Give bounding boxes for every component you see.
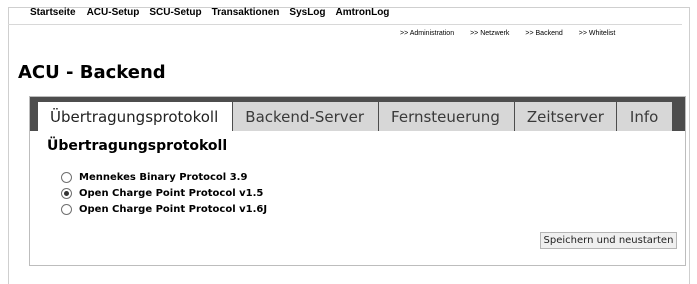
protocol-option-label: Open Charge Point Protocol v1.6J	[79, 203, 268, 215]
page-title: ACU - Backend	[18, 62, 166, 83]
protocol-option-label: Mennekes Binary Protocol 3.9	[79, 171, 248, 183]
protocol-option-ocpp-15[interactable]: Open Charge Point Protocol v1.5	[61, 185, 267, 201]
protocol-radio-group: Mennekes Binary Protocol 3.9 Open Charge…	[61, 169, 267, 217]
subnav-netzwerk[interactable]: >> Netzwerk	[470, 30, 509, 37]
section-title: Übertragungsprotokoll	[47, 138, 228, 154]
subnav-whitelist[interactable]: >> Whitelist	[579, 30, 616, 37]
nav-startseite[interactable]: Startseite	[30, 7, 76, 18]
subnav-administration[interactable]: >> Administration	[400, 30, 454, 37]
tab-backend-server[interactable]: Backend-Server	[233, 102, 379, 131]
tab-fernsteuerung[interactable]: Fernsteuerung	[379, 102, 514, 131]
radio-button-selected[interactable]	[61, 187, 72, 199]
tab-zeitserver[interactable]: Zeitserver	[514, 102, 616, 131]
sub-navigation: >> Administration >> Netzwerk >> Backend…	[400, 30, 615, 37]
save-and-restart-button[interactable]: Speichern und neustarten	[540, 232, 677, 249]
top-navigation: Startseite ACU-Setup SCU-Setup Transakti…	[8, 0, 682, 25]
radio-button[interactable]	[61, 203, 72, 215]
backend-panel: Übertragungsprotokoll Backend-Server Fer…	[29, 96, 686, 266]
radio-button[interactable]	[61, 171, 72, 183]
tab-bar: Übertragungsprotokoll Backend-Server Fer…	[30, 97, 685, 131]
nav-syslog[interactable]: SysLog	[289, 7, 325, 18]
nav-amtronlog[interactable]: AmtronLog	[336, 7, 390, 18]
protocol-option-mennekes[interactable]: Mennekes Binary Protocol 3.9	[61, 169, 267, 185]
nav-acu-setup[interactable]: ACU-Setup	[87, 7, 140, 18]
tab-info[interactable]: Info	[616, 102, 673, 131]
nav-scu-setup[interactable]: SCU-Setup	[149, 7, 201, 18]
nav-transaktionen[interactable]: Transaktionen	[212, 7, 280, 18]
subnav-backend[interactable]: >> Backend	[525, 30, 562, 37]
tab-uebertragungsprotokoll[interactable]: Übertragungsprotokoll	[38, 102, 233, 131]
protocol-option-ocpp-16j[interactable]: Open Charge Point Protocol v1.6J	[61, 201, 267, 217]
protocol-option-label: Open Charge Point Protocol v1.5	[79, 187, 264, 199]
